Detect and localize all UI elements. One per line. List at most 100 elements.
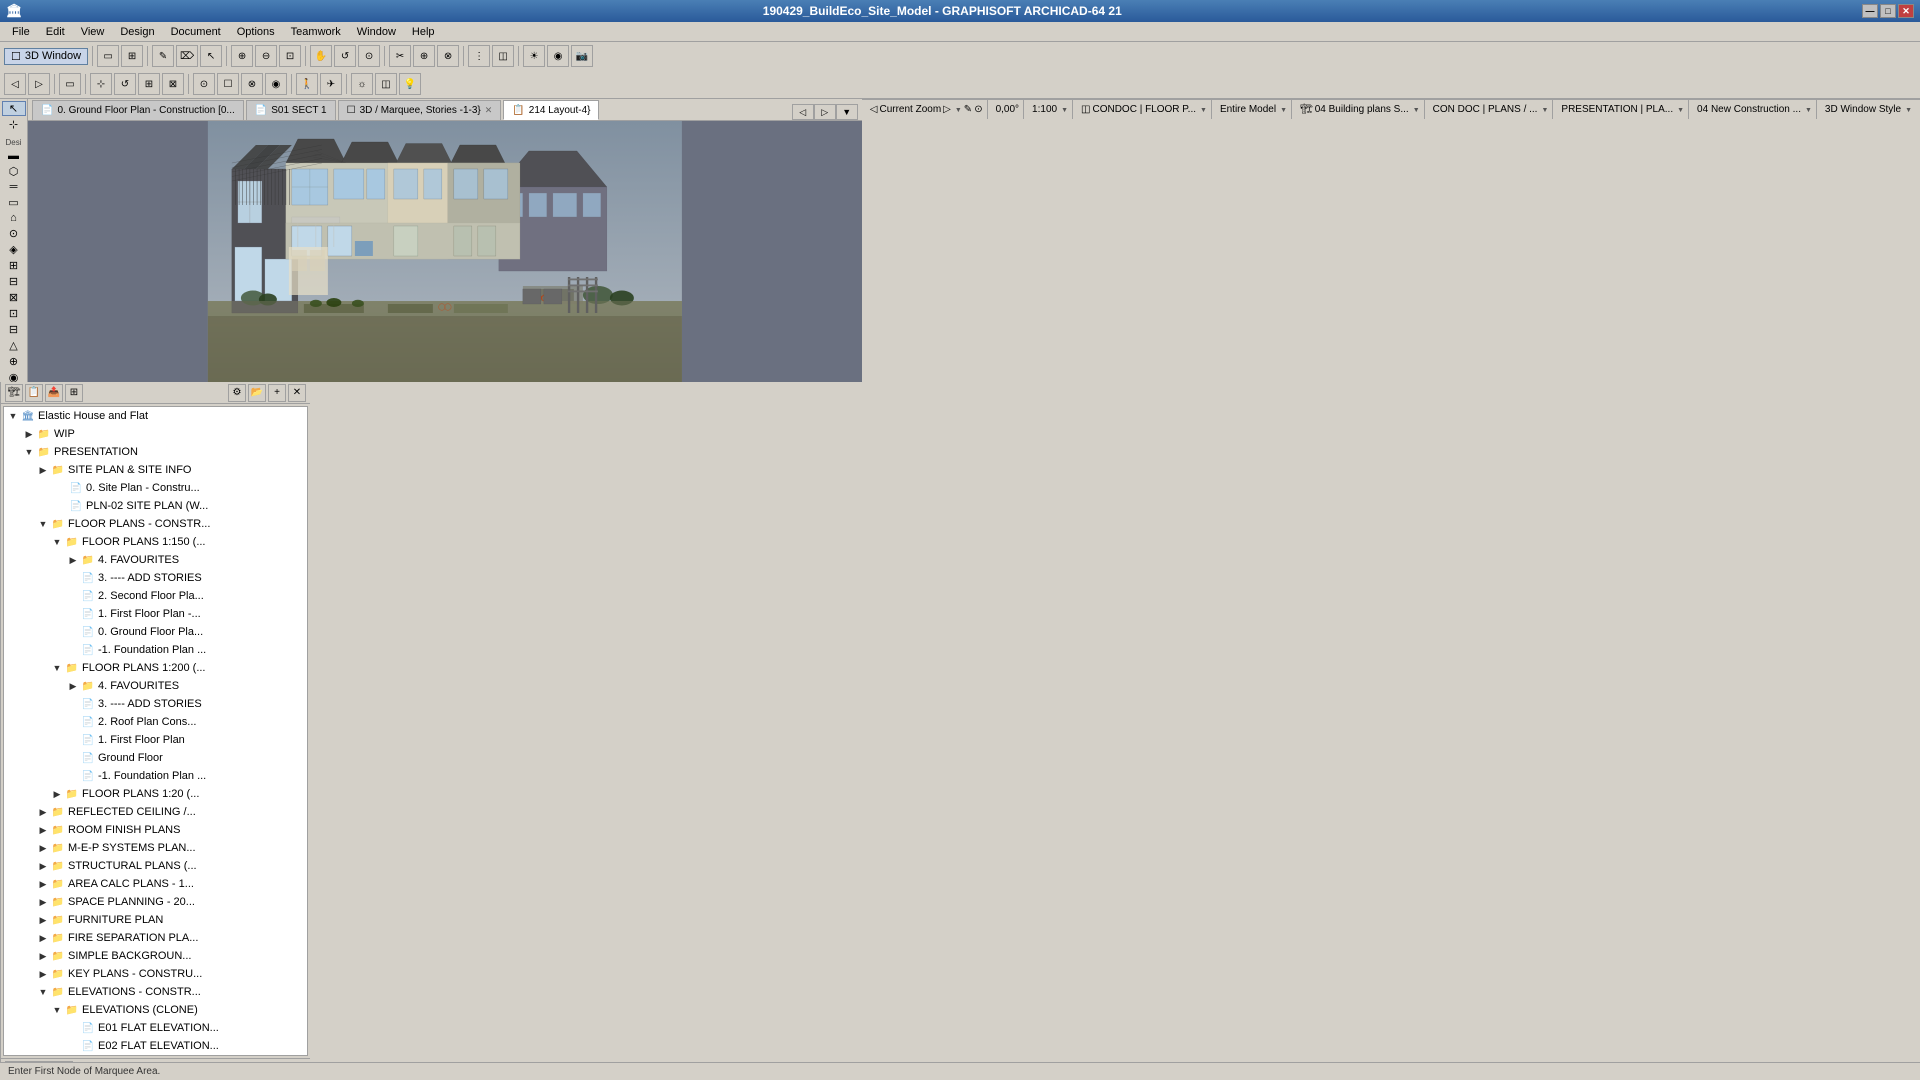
tb2-rotate[interactable]: ↺ [114,73,136,95]
tree-foundation-2[interactable]: 📄 -1. Foundation Plan ... [4,767,307,785]
tab-3d[interactable]: ☐ 3D / Marquee, Stories -1-3} ✕ [338,100,502,120]
tb2-sun2[interactable]: ☼ [351,73,373,95]
tree-e01[interactable]: 📄 E01 FLAT ELEVATION... [4,1019,307,1037]
tree-fp-120[interactable]: ▶ 📁 FLOOR PLANS 1:20 (... [4,785,307,803]
expand-wip[interactable]: ▶ [22,427,36,441]
tool-curtain[interactable]: ⊠ [2,290,26,305]
expand-fp-constr[interactable]: ▼ [36,517,50,531]
tool-window[interactable]: ⊟ [2,322,26,337]
tree-fav-2[interactable]: ▶ 📁 4. FAVOURITES [4,677,307,695]
tree-structural[interactable]: ▶ 📁 STRUCTURAL PLANS (... [4,857,307,875]
rp-icon-project[interactable]: 🏗 [5,384,23,402]
tool-skylight[interactable]: △ [2,338,26,353]
expand-fire[interactable]: ▶ [36,931,50,945]
expand-key[interactable]: ▶ [36,967,50,981]
angle-control[interactable]: 0,00° [992,100,1024,119]
tb-camera[interactable]: 📷 [571,45,593,67]
expand-fp-1200[interactable]: ▼ [50,661,64,675]
tool-roof[interactable]: ⌂ [2,211,26,225]
tree-add-stories-2[interactable]: 📄 3. ---- ADD STORIES [4,695,307,713]
tb2-3d-doc[interactable]: ☐ [217,73,239,95]
expand-fp-1150[interactable]: ▼ [50,535,64,549]
expand-fav2[interactable]: ▶ [66,679,80,693]
tb-grid[interactable]: ⊞ [121,45,143,67]
tree-key-plans[interactable]: ▶ 📁 KEY PLANS - CONSTRU... [4,965,307,983]
tb-layer[interactable]: ◫ [492,45,514,67]
tb2-display[interactable]: ◉ [265,73,287,95]
tb2-fly[interactable]: ✈ [320,73,342,95]
tab-ground-floor[interactable]: 📄 0. Ground Floor Plan - Construction [0… [32,100,244,120]
tb-pencil[interactable]: ✎ [152,45,174,67]
maximize-button[interactable]: □ [1880,4,1896,18]
tree-fp-1150[interactable]: ▼ 📁 FLOOR PLANS 1:150 (... [4,533,307,551]
tb2-rectangle-sel[interactable]: ▭ [59,73,81,95]
presentation-control[interactable]: PRESENTATION | PLA... [1557,100,1689,119]
tree-space-planning[interactable]: ▶ 📁 SPACE PLANNING - 20... [4,893,307,911]
rp-settings-btn[interactable]: ⚙ [228,384,246,402]
expand-elev-clone[interactable]: ▼ [50,1003,64,1017]
tb-3d-nav[interactable]: ⊙ [358,45,380,67]
tool-wall[interactable]: ▬ [2,149,26,163]
expand-simple[interactable]: ▶ [36,949,50,963]
tb-pan[interactable]: ✋ [310,45,332,67]
tree-floor-plans-constr[interactable]: ▼ 📁 FLOOR PLANS - CONSTR... [4,515,307,533]
expand-space[interactable]: ▶ [36,895,50,909]
menu-file[interactable]: File [4,24,38,40]
rp-add-btn[interactable]: + [268,384,286,402]
tree-ground-1[interactable]: 📄 0. Ground Floor Pla... [4,623,307,641]
menu-design[interactable]: Design [112,24,162,40]
tb2-section[interactable]: ⊙ [193,73,215,95]
tb-sun[interactable]: ☀ [523,45,545,67]
tb-zoom-fit[interactable]: ⊡ [279,45,301,67]
tree-fav-1[interactable]: ▶ 📁 4. FAVOURITES [4,551,307,569]
condoc-control[interactable]: CON DOC | PLANS / ... [1429,100,1554,119]
3d-window-button[interactable]: ☐ 3D Window [4,48,88,65]
tree-first-floor-2[interactable]: 📄 1. First Floor Plan [4,731,307,749]
tool-stair[interactable]: ⊞ [2,258,26,273]
tb-zoom-in[interactable]: ⊕ [231,45,253,67]
tb-orbit[interactable]: ↺ [334,45,356,67]
tool-arrow[interactable]: ↖ [2,101,26,116]
tb2-scale[interactable]: ⊞ [138,73,160,95]
tool-morph[interactable]: ◈ [2,242,26,257]
menu-document[interactable]: Document [163,24,229,40]
rp-icon-view[interactable]: 📋 [25,384,43,402]
tab-sect1[interactable]: 📄 S01 SECT 1 [246,100,336,120]
tool-beam[interactable]: ═ [2,180,26,194]
tab-nav-right[interactable]: ▷ [814,104,836,120]
expand-site-plan[interactable]: ▶ [36,463,50,477]
rp-open-btn[interactable]: 📂 [248,384,266,402]
building-plans-control[interactable]: 🏗 04 Building plans S... [1296,100,1425,119]
tool-lamp[interactable]: ◉ [2,370,26,382]
tree-add-stories-1[interactable]: 📄 3. ---- ADD STORIES [4,569,307,587]
tree-area-calc[interactable]: ▶ 📁 AREA CALC PLANS - 1... [4,875,307,893]
tab-close-3d[interactable]: ✕ [485,105,493,116]
rp-icon-publisher[interactable]: 📤 [45,384,63,402]
scale-control[interactable]: 1:100 [1028,100,1073,119]
tree-room-finish[interactable]: ▶ 📁 ROOM FINISH PLANS [4,821,307,839]
expand-fav1[interactable]: ▶ [66,553,80,567]
tb-snap[interactable]: ⋮ [468,45,490,67]
tb-cut[interactable]: ✂ [389,45,411,67]
tb2-nav-next[interactable]: ▷ [28,73,50,95]
expand-root[interactable]: ▼ [6,409,20,423]
expand-presentation[interactable]: ▼ [22,445,36,459]
menu-teamwork[interactable]: Teamwork [283,24,349,40]
expand-refl[interactable]: ▶ [36,805,50,819]
tb2-nav-prev[interactable]: ◁ [4,73,26,95]
tree-fp-1200[interactable]: ▼ 📁 FLOOR PLANS 1:200 (... [4,659,307,677]
tree-e02[interactable]: 📄 E02 FLAT ELEVATION... [4,1037,307,1055]
tree-foundation-1[interactable]: 📄 -1. Foundation Plan ... [4,641,307,659]
expand-fp-120[interactable]: ▶ [50,787,64,801]
tb2-light[interactable]: 💡 [399,73,421,95]
tb-paste[interactable]: ⊗ [437,45,459,67]
tree-ground-2[interactable]: 📄 Ground Floor [4,749,307,767]
menu-options[interactable]: Options [229,24,283,40]
tb2-material[interactable]: ◫ [375,73,397,95]
menu-window[interactable]: Window [349,24,404,40]
expand-mep[interactable]: ▶ [36,841,50,855]
menu-view[interactable]: View [73,24,113,40]
tb-zoom-out[interactable]: ⊖ [255,45,277,67]
expand-area[interactable]: ▶ [36,877,50,891]
tool-railing[interactable]: ⊟ [2,274,26,289]
